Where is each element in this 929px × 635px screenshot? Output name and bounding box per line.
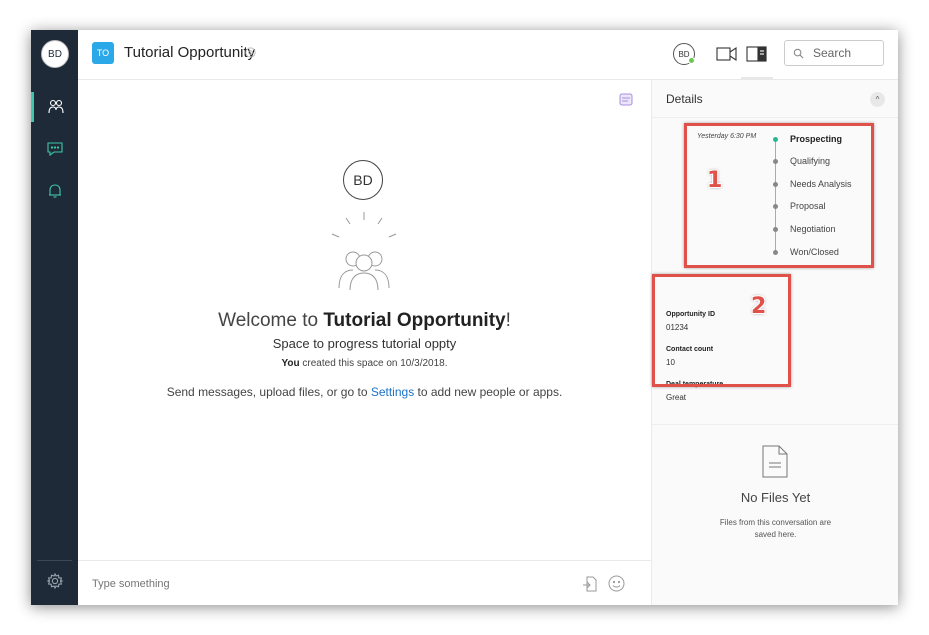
welcome-hint: Send messages, upload files, or go to Se… <box>78 385 651 399</box>
callout-box-1 <box>684 123 874 268</box>
space-settings-icon[interactable] <box>244 46 257 59</box>
people-icon <box>48 99 64 114</box>
creator-name: You <box>281 358 300 369</box>
welcome-prefix: Welcome to <box>218 310 324 331</box>
welcome-suffix: ! <box>505 310 511 331</box>
created-text: created this space on 10/3/2018. <box>299 358 448 369</box>
conversation-area: BD Welcome to Tutorial Opportunity! Spac… <box>78 80 651 560</box>
space-avatar[interactable]: TO <box>92 42 114 64</box>
team-illustration-icon <box>331 212 397 291</box>
settings-link[interactable]: Settings <box>371 385 414 399</box>
chat-icon <box>46 142 63 157</box>
app-window: BD TO Tutorial Opportunity BD Search BD … <box>31 30 898 605</box>
no-files-description: Files from this conversation are saved h… <box>719 518 832 539</box>
details-divider <box>652 117 898 118</box>
active-panel-indicator <box>741 77 773 79</box>
files-divider <box>652 424 898 425</box>
search-placeholder: Search <box>813 46 852 60</box>
hint-before: Send messages, upload files, or go to <box>166 385 371 399</box>
space-header: TO Tutorial Opportunity BD Search <box>78 30 898 80</box>
welcome-heading: Welcome to Tutorial Opportunity! <box>78 310 651 332</box>
welcome-space-name: Tutorial Opportunity <box>323 310 506 331</box>
space-title: Tutorial Opportunity <box>124 44 256 61</box>
space-created-info: You created this space on 10/3/2018. <box>78 358 651 369</box>
search-box[interactable]: Search <box>784 40 884 66</box>
hint-after: to add new people or apps. <box>414 385 563 399</box>
upload-file-icon[interactable] <box>582 576 598 592</box>
emoji-icon[interactable] <box>608 575 625 592</box>
rail-divider <box>37 560 72 561</box>
callout-number-1: 1 <box>707 168 723 193</box>
no-files-title: No Files Yet <box>740 490 811 505</box>
welcome-avatar: BD <box>343 160 383 200</box>
online-status-indicator <box>688 57 695 64</box>
message-composer <box>78 560 651 605</box>
field-value-deal-temperature: Great <box>666 393 687 402</box>
chevron-up-icon: ^ <box>875 95 880 104</box>
callout-box-2 <box>652 274 791 387</box>
bell-icon <box>48 184 61 198</box>
nav-settings[interactable] <box>31 566 78 596</box>
message-input[interactable] <box>92 578 492 590</box>
nav-spaces[interactable] <box>31 92 78 122</box>
gear-icon <box>46 572 63 590</box>
callout-number-2: 2 <box>751 294 767 319</box>
user-avatar[interactable]: BD <box>41 40 69 68</box>
video-call-icon[interactable] <box>716 44 738 64</box>
sticker-icon[interactable] <box>619 93 633 106</box>
collapse-details-button[interactable]: ^ <box>870 92 885 107</box>
left-rail: BD <box>31 30 78 605</box>
nav-notifications[interactable] <box>31 176 78 206</box>
details-panel-icon[interactable] <box>746 44 768 64</box>
space-description: Space to progress tutorial oppty <box>272 336 457 351</box>
nav-messages[interactable] <box>31 134 78 164</box>
document-icon <box>762 445 788 478</box>
search-icon <box>793 48 804 58</box>
details-heading: Details <box>666 92 703 106</box>
